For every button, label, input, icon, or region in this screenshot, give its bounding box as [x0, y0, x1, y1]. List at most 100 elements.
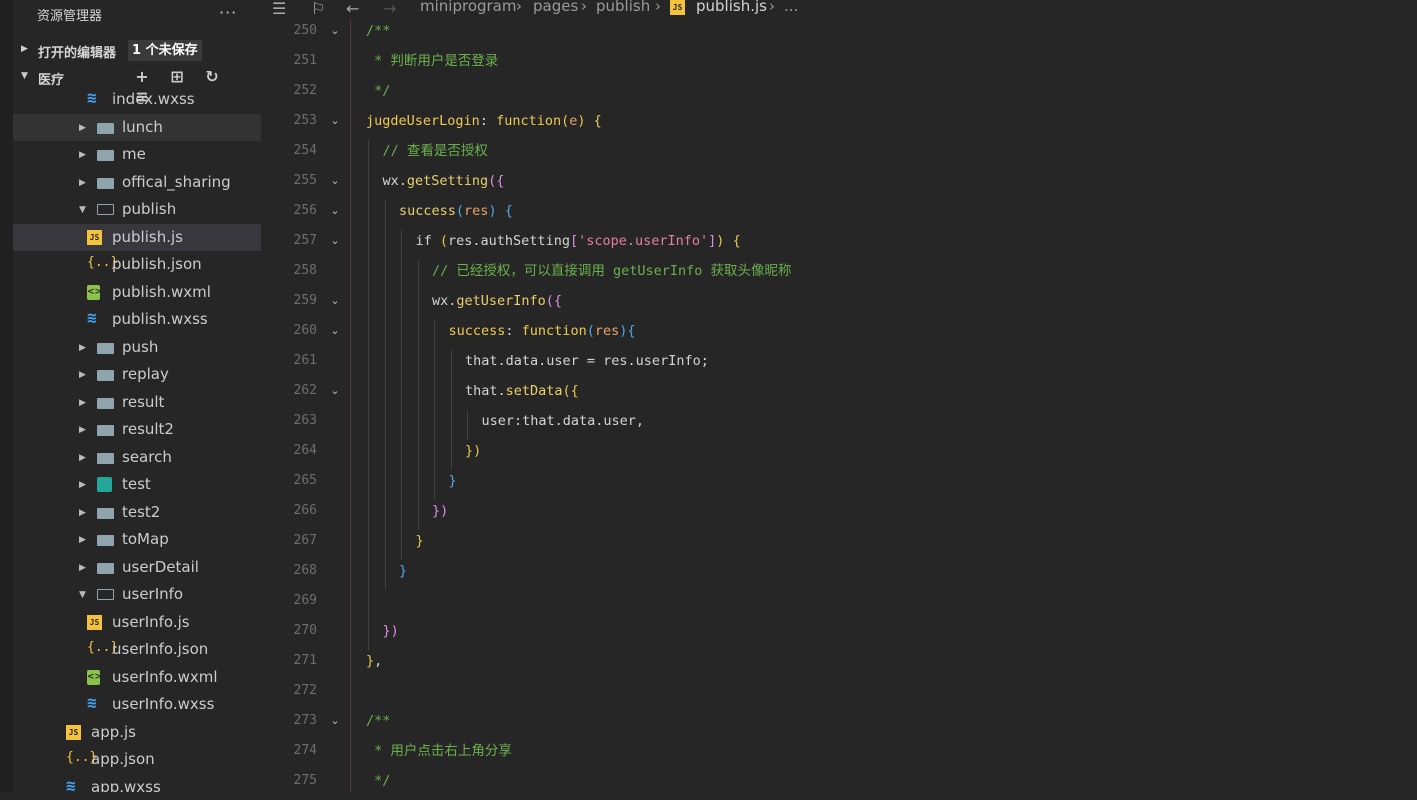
folder-icon	[97, 150, 114, 161]
tree-item[interactable]: ▶ offical_sharing	[13, 169, 261, 197]
line-number: 272	[293, 683, 317, 698]
open-editors-section[interactable]: ▶ 打开的编辑器 1 个未保存	[13, 37, 261, 64]
tree-item[interactable]: <> publish.wxml	[13, 279, 261, 307]
tree-item[interactable]: ▶ userDetail	[13, 554, 261, 582]
tree-item[interactable]: ▶ search	[13, 444, 261, 472]
more-actions-icon[interactable]: ···	[219, 3, 237, 22]
tree-item[interactable]: ▼ userInfo	[13, 581, 261, 609]
breadcrumb-item[interactable]: publish	[596, 0, 650, 15]
code-line: */	[366, 80, 792, 110]
chevron-right-icon: ›	[655, 0, 661, 15]
folder-open-icon	[97, 204, 114, 215]
code-token: (	[439, 233, 449, 249]
tree-item[interactable]: ≋ app.wxss	[13, 774, 261, 793]
fold-chevron-icon[interactable]: ⌄	[324, 290, 346, 320]
tree-item[interactable]: {..} userInfo.json	[13, 636, 261, 664]
tree-item[interactable]: ▶ push	[13, 334, 261, 362]
fold-chevron-icon[interactable]: ⌄	[324, 230, 346, 260]
js-file-icon: JS	[66, 724, 81, 740]
tree-item[interactable]: ▶ result	[13, 389, 261, 417]
tree-item[interactable]: {..} app.json	[13, 746, 261, 774]
code-token: })	[382, 623, 399, 639]
code-token: ({	[545, 293, 563, 309]
fold-chevron-icon[interactable]: ⌄	[324, 320, 346, 350]
indent-guide	[450, 350, 452, 380]
refresh-icon[interactable]: ↻	[201, 67, 223, 87]
tree-item[interactable]: ▶ replay	[13, 361, 261, 389]
fold-chevron-icon[interactable]: ⌄	[324, 20, 346, 50]
chevron-right-icon: ▶	[79, 150, 86, 160]
back-arrow-icon[interactable]: ←	[346, 0, 359, 18]
tree-item-label: publish.json	[112, 255, 202, 273]
breadcrumb-item[interactable]: miniprogram	[420, 0, 516, 15]
tree-item[interactable]: <> userInfo.wxml	[13, 664, 261, 692]
indent-guide	[368, 260, 369, 290]
indent-guide	[401, 350, 402, 380]
tree-item[interactable]: ▶ result2	[13, 416, 261, 444]
indent-guide	[368, 530, 369, 560]
forward-arrow-icon[interactable]: →	[383, 0, 396, 18]
new-file-icon[interactable]: +	[131, 67, 153, 87]
tree-item-label: test2	[122, 502, 161, 521]
indent-guide	[368, 230, 369, 260]
code-content[interactable]: /** * 判断用户是否登录 */ jugdeUserLogin: functio…	[366, 20, 792, 800]
indent-guide	[401, 530, 402, 560]
line-number: 262	[293, 383, 317, 398]
tree-item-label: result2	[122, 420, 174, 438]
code-editor: ☰ ⚐ ← → miniprogram › pages › publish › …	[262, 0, 1417, 792]
bookmark-icon[interactable]: ⚐	[311, 0, 325, 18]
tree-item[interactable]: JS app.js	[13, 719, 261, 747]
indent-guide	[368, 440, 369, 470]
fold-chevron-icon[interactable]: ⌄	[324, 380, 346, 410]
line-number: 271	[293, 653, 317, 668]
tree-item[interactable]: ▼ publish	[13, 196, 261, 224]
breadcrumb-item[interactable]: ...	[784, 0, 798, 15]
tree-item[interactable]: ≋ publish.wxss	[13, 306, 261, 334]
code-token: {	[627, 323, 636, 339]
wxss-file-icon: ≋	[66, 775, 76, 793]
tree-item[interactable]: ▶ lunch	[13, 113, 261, 141]
tree-item-label: userDetail	[122, 557, 199, 576]
fold-chevron-icon[interactable]: ⌄	[324, 170, 346, 200]
indent-guide	[401, 410, 402, 440]
new-folder-icon[interactable]: ⊞	[166, 67, 188, 87]
code-token: getSetting	[406, 173, 489, 189]
code-token: * 用户点击右上角分享	[366, 743, 512, 759]
tree-item[interactable]: ≋ index.wxss	[13, 86, 261, 114]
indent-guide	[384, 290, 386, 320]
code-token: that.	[465, 383, 506, 399]
code-token: ({	[562, 383, 579, 399]
code-token: (	[561, 113, 570, 129]
line-number: 264	[293, 443, 317, 458]
chevron-right-icon: ▶	[79, 370, 86, 380]
tree-item[interactable]: ▶ me	[13, 141, 261, 169]
breadcrumb-item[interactable]: publish.js	[696, 0, 767, 15]
outline-icon[interactable]: ☰	[272, 0, 286, 18]
indent-guide	[368, 500, 369, 530]
chevron-right-icon: ›	[769, 0, 775, 15]
indent-guide	[450, 380, 452, 410]
code-token: function	[496, 113, 562, 129]
chevron-right-icon: ▶	[79, 562, 86, 573]
line-number: 275	[293, 773, 317, 788]
tree-item[interactable]: ▶ test	[13, 471, 261, 499]
indent-guide	[384, 530, 386, 560]
tree-item[interactable]: ▶ toMap	[13, 526, 261, 554]
fold-chevron-icon[interactable]: ⌄	[324, 710, 346, 740]
tree-item[interactable]: JS publish.js	[13, 223, 261, 251]
tree-item[interactable]: ▶ test2	[13, 499, 261, 527]
tree-item-label: lunch	[122, 117, 163, 136]
fold-chevron-icon[interactable]: ⌄	[324, 110, 346, 140]
tree-item[interactable]: ≋ userInfo.wxss	[13, 691, 261, 719]
fold-chevron-icon[interactable]: ⌄	[324, 200, 346, 230]
folder-open-icon	[97, 589, 114, 600]
tree-item[interactable]: JS userInfo.js	[13, 609, 261, 637]
code-token: }	[448, 473, 457, 489]
tree-item[interactable]: {..} publish.json	[13, 251, 261, 279]
tree-item-label: publish.js	[112, 227, 183, 246]
explorer-title: 资源管理器	[37, 9, 103, 24]
breadcrumb-item[interactable]: pages	[533, 0, 578, 15]
